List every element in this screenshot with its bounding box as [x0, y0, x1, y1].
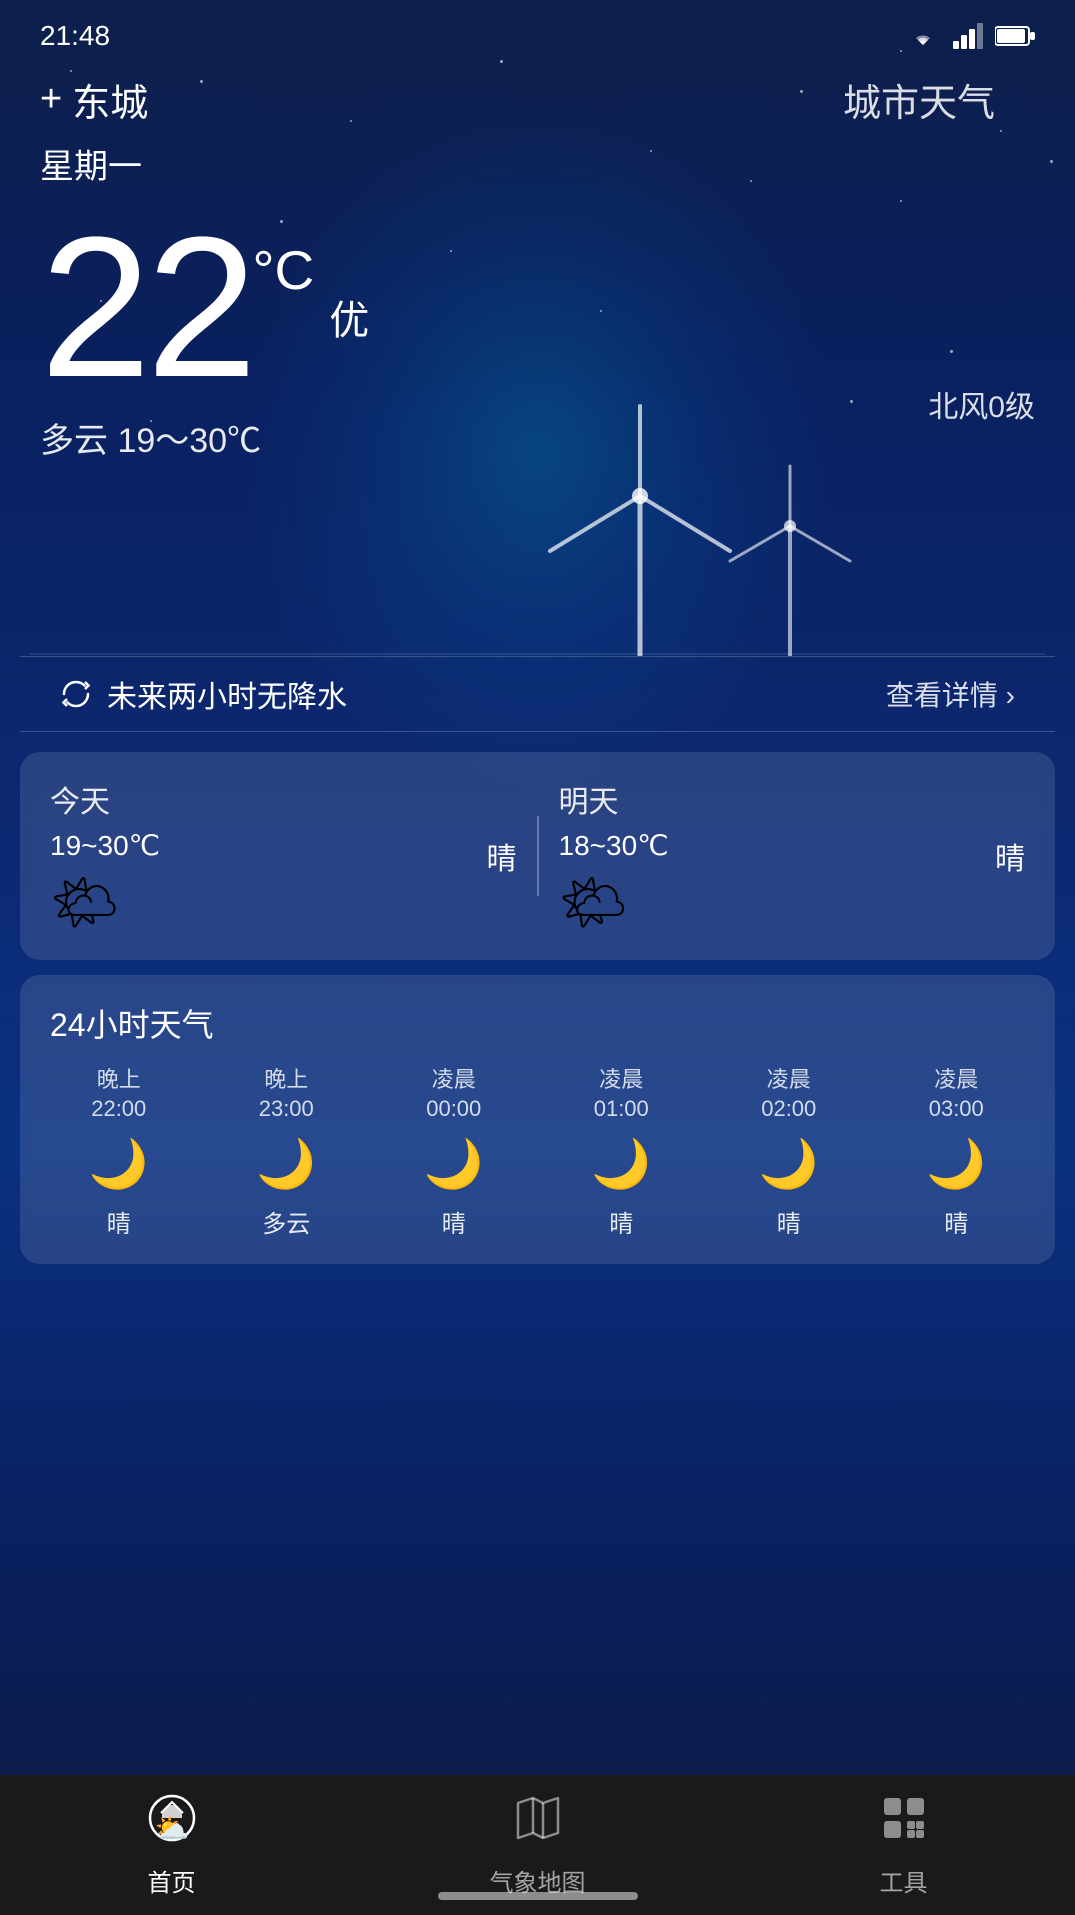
hourly-item-0: 晚上22:00 🌙 晴 [35, 1066, 203, 1239]
hourly-weather-5: 晴 [944, 1204, 968, 1239]
precipitation-text: 未来两小时无降水 [107, 672, 347, 716]
nav-home[interactable]: ⛅ 首页 [117, 1783, 227, 1908]
nav-tools-label: 工具 [880, 1863, 928, 1898]
today-icon: 🌤 [50, 870, 487, 935]
page-title: 城市天气 [843, 72, 995, 127]
precipitation-row: 未来两小时无降水 查看详情 › [20, 656, 1055, 732]
status-icons [905, 23, 1035, 49]
hourly-item-5: 凌晨03:00 🌙 晴 [873, 1066, 1041, 1239]
hourly-weather-4: 晴 [777, 1204, 801, 1239]
tomorrow-temp: 18~30℃ [559, 829, 996, 862]
hourly-weather-0: 晴 [107, 1204, 131, 1239]
hourly-item-2: 凌晨00:00 🌙 晴 [370, 1066, 538, 1239]
wifi-icon [905, 23, 941, 49]
today-temp: 19~30℃ [50, 829, 487, 862]
home-icon: ⛅ [147, 1793, 197, 1855]
nav-tools[interactable]: 工具 [849, 1783, 959, 1908]
hourly-item-1: 晚上23:00 🌙 多云 [203, 1066, 371, 1239]
status-bar: 21:48 [0, 0, 1075, 62]
hourly-icon-3: 🌙 [591, 1135, 651, 1192]
hourly-item-4: 凌晨02:00 🌙 晴 [705, 1066, 873, 1239]
hourly-weather-2: 晴 [442, 1204, 466, 1239]
hourly-icon-2: 🌙 [424, 1135, 484, 1192]
hourly-title: 24小时天气 [35, 1000, 1040, 1046]
hourly-period-0: 晚上22:00 [91, 1066, 146, 1123]
nav-map[interactable]: 气象地图 [460, 1783, 616, 1908]
hourly-weather-1: 多云 [262, 1204, 310, 1239]
tomorrow-icon: 🌤 [559, 870, 996, 935]
hourly-icon-5: 🌙 [926, 1135, 986, 1192]
hourly-weather-3: 晴 [609, 1204, 633, 1239]
time-display: 21:48 [40, 20, 110, 52]
day-of-week: 星期一 [0, 127, 1075, 188]
hourly-period-1: 晚上23:00 [259, 1066, 314, 1123]
svg-text:⛅: ⛅ [154, 1813, 189, 1843]
home-indicator [438, 1892, 638, 1900]
signal-icon [953, 23, 983, 49]
hourly-period-2: 凌晨00:00 [426, 1066, 481, 1123]
map-icon [513, 1793, 563, 1855]
hourly-period-5: 凌晨03:00 [929, 1066, 984, 1123]
daily-divider [537, 816, 539, 896]
hourly-icon-1: 🌙 [256, 1135, 316, 1192]
hourly-forecast-card: 24小时天气 晚上22:00 🌙 晴 晚上23:00 🌙 多云 凌晨00:00 … [20, 975, 1055, 1264]
hourly-item-3: 凌晨01:00 🌙 晴 [538, 1066, 706, 1239]
daily-forecast-card: 今天 19~30℃ 🌤 晴 明天 18~30℃ 🌤 晴 [20, 752, 1055, 960]
hourly-icon-0: 🌙 [89, 1135, 149, 1192]
add-location-icon[interactable]: + [40, 78, 62, 121]
hourly-period-4: 凌晨02:00 [761, 1066, 816, 1123]
location-name: 东城 [72, 72, 148, 127]
hourly-period-3: 凌晨01:00 [594, 1066, 649, 1123]
tomorrow-weather: 晴 [995, 834, 1025, 878]
header: + 东城 城市天气 [0, 62, 1075, 127]
temperature-value: 22 [40, 208, 252, 408]
air-quality: 优 [329, 288, 369, 346]
today-forecast: 今天 19~30℃ 🌤 [50, 777, 487, 935]
temperature-unit: °C [252, 238, 314, 302]
tomorrow-label: 明天 [559, 777, 996, 821]
detail-link[interactable]: 查看详情 › [886, 674, 1015, 714]
tools-icon [879, 1793, 929, 1855]
battery-icon [995, 25, 1035, 47]
wind-turbines [0, 396, 1075, 656]
hourly-icon-4: 🌙 [759, 1135, 819, 1192]
refresh-icon [60, 678, 92, 710]
today-label: 今天 [50, 777, 487, 821]
hourly-items: 晚上22:00 🌙 晴 晚上23:00 🌙 多云 凌晨00:00 🌙 晴 凌晨0… [35, 1066, 1040, 1239]
today-weather: 晴 [487, 834, 517, 878]
nav-home-label: 首页 [148, 1863, 196, 1898]
tomorrow-forecast: 明天 18~30℃ 🌤 [559, 777, 996, 935]
